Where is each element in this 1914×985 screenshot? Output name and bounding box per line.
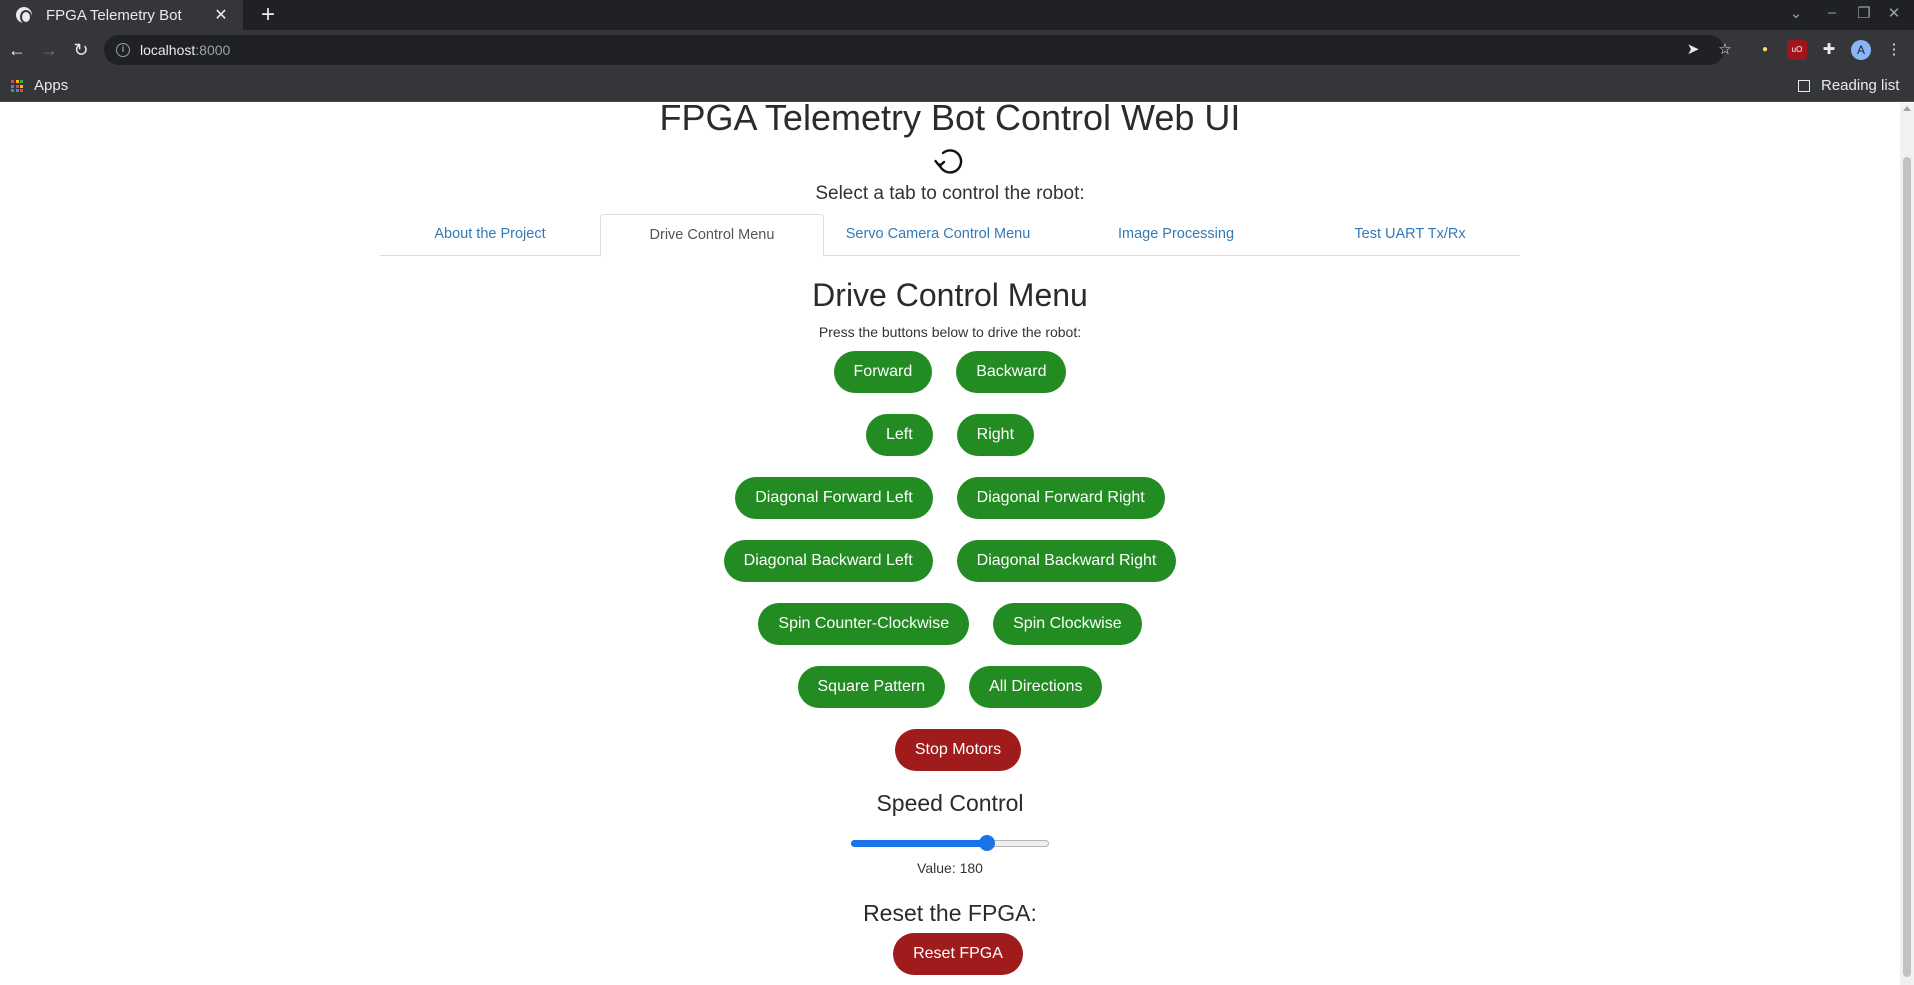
speed-slider[interactable] [851, 835, 1049, 851]
globe-icon [16, 7, 32, 24]
page-subtitle: Select a tab to control the robot: [815, 183, 1085, 204]
tab-search-chevron-icon[interactable]: ⌄ [1784, 4, 1808, 26]
page-title: FPGA Telemetry Bot Control Web UI [659, 103, 1241, 138]
reload-icon[interactable]: ↻ [70, 39, 92, 61]
right-button[interactable]: Right [956, 414, 1035, 456]
drive-menu-title: Drive Control Menu [812, 277, 1088, 313]
left-button[interactable]: Left [865, 414, 933, 456]
square-pattern-button[interactable]: Square Pattern [797, 666, 946, 708]
speed-slider-fill [851, 840, 988, 847]
close-window-icon[interactable]: ✕ [1882, 4, 1906, 26]
diagonal-backward-right-button[interactable]: Diagonal Backward Right [956, 540, 1177, 582]
tab-test-uart[interactable]: Test UART Tx/Rx [1300, 214, 1520, 256]
button-row-diagonal-forward: Diagonal Forward Left Diagonal Forward R… [0, 477, 1900, 519]
ublock-icon[interactable]: uO [1787, 40, 1807, 60]
browser-tab-title: FPGA Telemetry Bot [46, 6, 182, 24]
diagonal-forward-right-button[interactable]: Diagonal Forward Right [956, 477, 1165, 519]
nav-tabs: About the Project Drive Control Menu Ser… [380, 214, 1520, 257]
apps-grid-icon[interactable] [11, 80, 23, 92]
button-row-left-right: Left Right [0, 414, 1900, 456]
page-content: FPGA Telemetry Bot Control Web UI Select… [0, 103, 1900, 975]
reading-list-button[interactable]: Reading list [1798, 77, 1899, 94]
backward-button[interactable]: Backward [956, 351, 1067, 393]
tab-servo-camera-control-menu[interactable]: Servo Camera Control Menu [824, 214, 1052, 256]
stop-motors-button[interactable]: Stop Motors [894, 729, 1022, 771]
extension-icon[interactable]: ● [1755, 40, 1775, 60]
reading-list-icon [1798, 79, 1810, 92]
back-arrow-icon[interactable]: ← [6, 39, 28, 61]
speed-slider-thumb[interactable] [979, 835, 996, 851]
refresh-icon[interactable] [932, 143, 968, 179]
bookmark-star-icon[interactable]: ☆ [1714, 39, 1736, 61]
send-icon[interactable]: ➤ [1682, 39, 1704, 61]
speed-control-title: Speed Control [876, 790, 1024, 816]
close-tab-icon[interactable]: ✕ [211, 5, 231, 25]
browser-tab[interactable]: FPGA Telemetry Bot ✕ [0, 0, 243, 30]
avatar[interactable]: A [1851, 40, 1871, 60]
page-scrollbar[interactable] [1900, 103, 1914, 985]
button-row-diagonal-backward: Diagonal Backward Left Diagonal Backward… [0, 540, 1900, 582]
address-bar[interactable]: i localhost:8000 [104, 35, 1724, 65]
scroll-thumb[interactable] [1903, 157, 1911, 977]
forward-arrow-icon[interactable]: → [38, 39, 60, 61]
page-viewport: FPGA Telemetry Bot Control Web UI Select… [0, 103, 1900, 985]
drive-menu-description: Press the buttons below to drive the rob… [818, 324, 1082, 340]
minimize-icon[interactable]: – [1820, 4, 1844, 26]
browser-toolbar: ← → ↻ i localhost:8000 ➤ ☆ ● uO ✚ A ⋮ [0, 30, 1914, 70]
diagonal-forward-left-button[interactable]: Diagonal Forward Left [735, 477, 933, 519]
button-row-patterns: Square Pattern All Directions [0, 666, 1900, 708]
spin-counter-clockwise-button[interactable]: Spin Counter-Clockwise [758, 603, 970, 645]
reading-list-label: Reading list [1821, 77, 1900, 94]
speed-value-text: Value: 180 [917, 860, 983, 876]
restore-icon[interactable]: ❐ [1852, 4, 1876, 26]
button-row-stop: Stop Motors [0, 729, 1900, 771]
extensions-puzzle-icon[interactable]: ✚ [1819, 40, 1839, 60]
scroll-up-arrow-icon[interactable] [1903, 106, 1911, 111]
all-directions-button[interactable]: All Directions [969, 666, 1103, 708]
url-host: localhost [140, 42, 196, 58]
tab-drive-control-menu[interactable]: Drive Control Menu [600, 214, 824, 257]
menu-kebab-icon[interactable]: ⋮ [1883, 39, 1905, 61]
tab-about-the-project[interactable]: About the Project [380, 214, 600, 256]
browser-tabstrip: FPGA Telemetry Bot ✕ + ⌄ – ❐ ✕ [0, 0, 1914, 30]
apps-link[interactable]: Apps [34, 77, 68, 94]
button-row-reset: Reset FPGA [0, 933, 1900, 975]
reset-fpga-button[interactable]: Reset FPGA [893, 933, 1023, 975]
site-info-icon[interactable]: i [116, 43, 130, 57]
forward-button[interactable]: Forward [833, 351, 933, 393]
spin-clockwise-button[interactable]: Spin Clockwise [993, 603, 1142, 645]
button-row-forward-backward: Forward Backward [0, 351, 1900, 393]
new-tab-button[interactable]: + [256, 3, 280, 27]
tab-image-processing[interactable]: Image Processing [1052, 214, 1300, 256]
reset-fpga-title: Reset the FPGA: [863, 900, 1037, 926]
bookmarks-bar: Apps Reading list [0, 70, 1914, 102]
url-port: :8000 [195, 42, 231, 58]
button-row-spin: Spin Counter-Clockwise Spin Clockwise [0, 603, 1900, 645]
diagonal-backward-left-button[interactable]: Diagonal Backward Left [723, 540, 933, 582]
